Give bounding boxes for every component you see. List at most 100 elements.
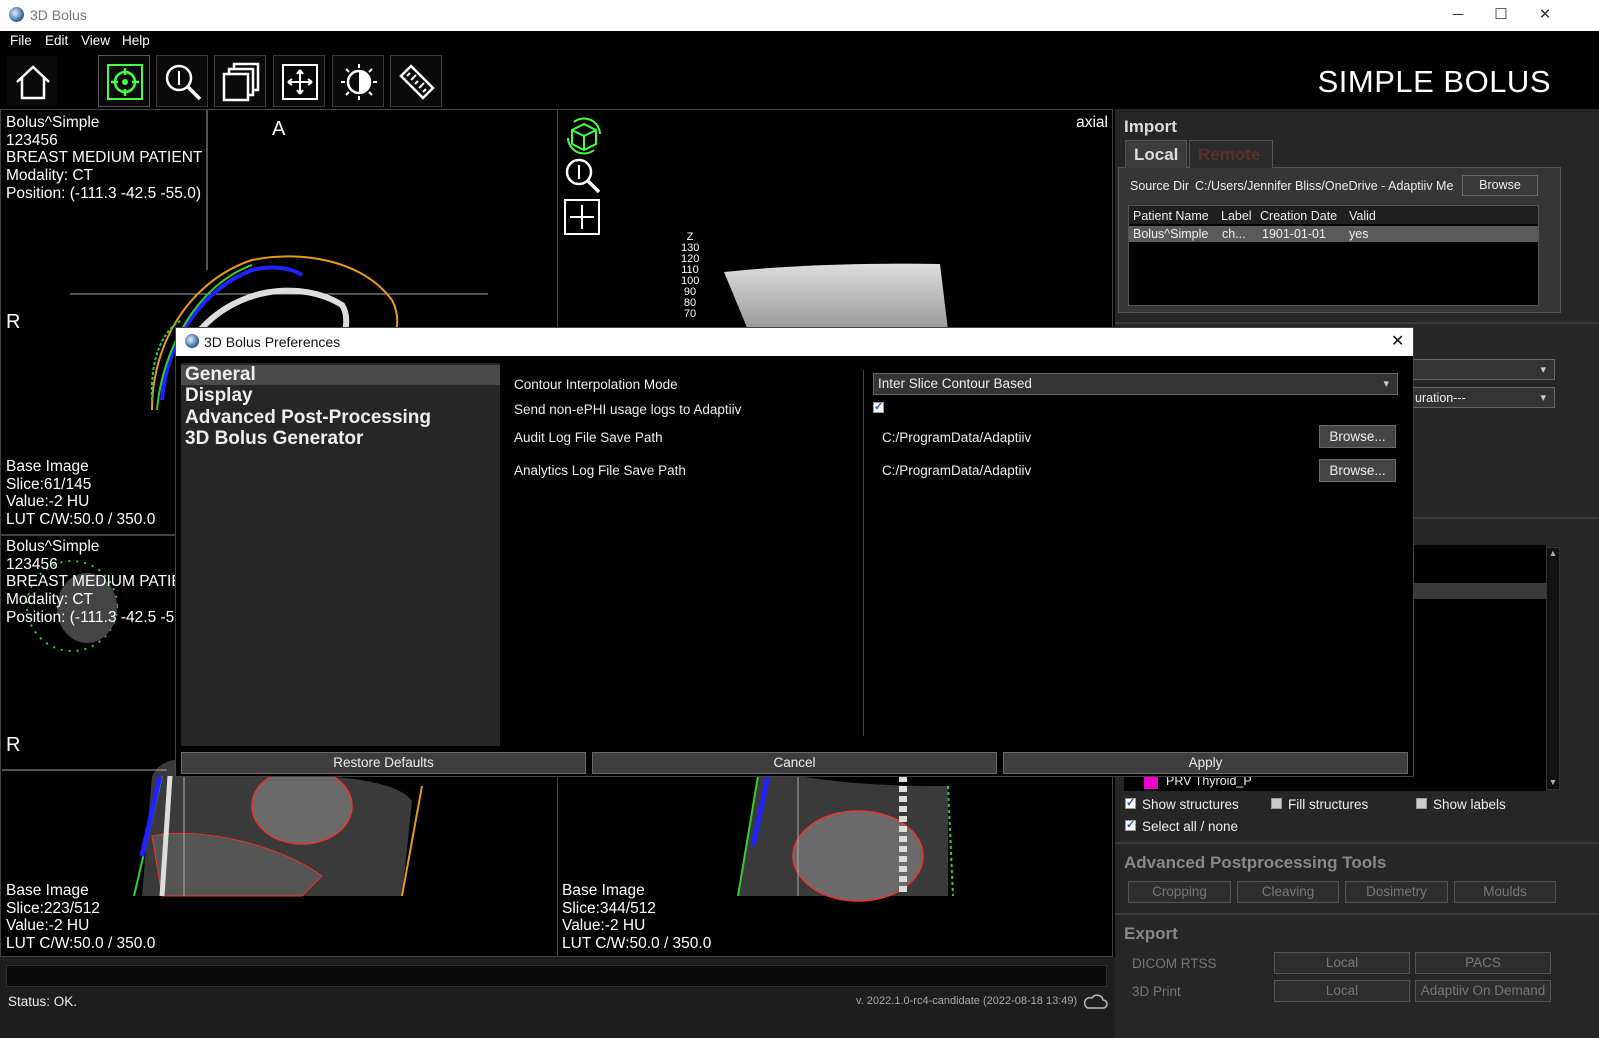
show-structures-checkbox[interactable] <box>1125 796 1136 809</box>
interp-mode-value: Inter Slice Contour Based <box>878 376 1032 391</box>
dialog-close-icon[interactable]: ✕ <box>1391 331 1404 351</box>
layers-button[interactable] <box>214 55 266 107</box>
table-row[interactable]: Bolus^Simple ch... 1901-01-01 yes <box>1129 226 1538 242</box>
rotate-3d-icon[interactable] <box>564 116 604 156</box>
window-titlebar: 3D Bolus ─ ☐ ✕ <box>0 0 1599 31</box>
preferences-nav: General Display Advanced Post-Processing… <box>181 363 500 746</box>
config-dropdown-2[interactable]: uration--- <box>1402 387 1555 408</box>
position: Position: (-111.3 -42.5 -55.0) <box>6 184 201 202</box>
base-image-label: Base Image <box>562 882 645 899</box>
dicom-rtss-label: DICOM RTSS <box>1132 956 1217 971</box>
dosimetry-button[interactable]: Dosimetry <box>1345 881 1448 903</box>
cleaving-button[interactable]: Cleaving <box>1237 881 1339 903</box>
base-image-label: Base Image <box>6 458 89 475</box>
maximize-icon[interactable]: ☐ <box>1489 4 1513 26</box>
menu-file[interactable]: File <box>10 33 32 48</box>
menu-bar: File Edit View Help <box>0 31 1599 51</box>
crosshair-icon <box>107 64 143 100</box>
crosshair-button[interactable] <box>98 55 150 107</box>
tab-remote[interactable]: Remote <box>1189 140 1273 168</box>
audit-path-label: Audit Log File Save Path <box>514 430 663 445</box>
analytics-path-value: C:/ProgramData/Adaptiiv <box>882 463 1032 478</box>
home-button[interactable] <box>6 55 58 107</box>
zoom-3d-icon[interactable] <box>562 155 602 195</box>
col-patient-name[interactable]: Patient Name <box>1133 209 1209 223</box>
usage-logs-label: Send non-ePHI usage logs to Adaptiiv <box>514 402 742 417</box>
scroll-up-icon[interactable]: ▲ <box>1547 548 1559 560</box>
cell-patient-name: Bolus^Simple <box>1133 227 1209 241</box>
patient-name: Bolus^Simple <box>6 538 100 555</box>
patient-info-overlay: Bolus^Simple 123456 BREAST MEDIUM PATIE … <box>6 538 182 626</box>
3d-surface-render <box>724 263 948 330</box>
cell-valid: yes <box>1349 227 1369 241</box>
restore-defaults-button[interactable]: Restore Defaults <box>181 752 586 774</box>
list-item-selected[interactable] <box>1412 583 1546 599</box>
cancel-button[interactable]: Cancel <box>592 752 997 774</box>
image-info-overlay: Base Image Slice:223/512 Value:-2 HU LUT… <box>6 882 155 953</box>
layers-icon <box>222 62 260 102</box>
ruler-button[interactable] <box>390 55 442 107</box>
config-dropdown-1[interactable] <box>1402 359 1555 380</box>
orientation-right: R <box>6 734 21 756</box>
cell-creation-date: 1901-01-01 <box>1262 227 1326 241</box>
lut-label: LUT C/W:50.0 / 350.0 <box>562 935 712 953</box>
tab-local[interactable]: Local <box>1125 140 1187 168</box>
select-all-checkbox[interactable] <box>1125 818 1136 831</box>
minimize-icon[interactable]: ─ <box>1446 4 1470 26</box>
progress-bar <box>6 965 1107 987</box>
dicom-pacs-button[interactable]: PACS <box>1415 952 1551 974</box>
close-icon[interactable]: ✕ <box>1533 4 1557 26</box>
3d-print-label: 3D Print <box>1132 984 1181 999</box>
interp-mode-dropdown[interactable]: Inter Slice Contour Based <box>873 373 1398 395</box>
contrast-icon <box>341 64 377 100</box>
source-dir-label: Source Dir <box>1130 179 1190 193</box>
col-creation-date[interactable]: Creation Date <box>1260 209 1337 223</box>
lut-label: LUT C/W:50.0 / 350.0 <box>6 511 156 529</box>
nav-display[interactable]: Display <box>185 386 253 406</box>
axis-ticks: Z 130 120 110 100 90 80 70 <box>681 232 699 320</box>
print-local-button[interactable]: Local <box>1274 980 1410 1002</box>
home-icon <box>16 65 50 100</box>
analytics-browse-button[interactable]: Browse... <box>1319 459 1396 482</box>
apply-button[interactable]: Apply <box>1003 752 1408 774</box>
patient-desc: BREAST MEDIUM PATIENT <box>6 149 203 167</box>
patient-table: Patient Name Label Creation Date Valid B… <box>1128 205 1539 306</box>
col-label[interactable]: Label <box>1221 209 1252 223</box>
adv-tools-title: Advanced Postprocessing Tools <box>1124 853 1387 872</box>
modality: Modality: CT <box>6 591 93 609</box>
nav-advanced-post-processing[interactable]: Advanced Post-Processing <box>185 408 431 428</box>
cloud-icon[interactable] <box>1082 992 1108 1010</box>
fill-structures-checkbox[interactable] <box>1271 798 1282 809</box>
moulds-button[interactable]: Moulds <box>1454 881 1556 903</box>
adaptiiv-on-demand-button[interactable]: Adaptiiv On Demand <box>1415 980 1551 1002</box>
nav-general[interactable]: General <box>181 365 500 385</box>
lut-label: LUT C/W:50.0 / 350.0 <box>6 935 156 953</box>
menu-edit[interactable]: Edit <box>45 33 68 48</box>
audit-browse-button[interactable]: Browse... <box>1319 425 1396 448</box>
zoom-button[interactable] <box>156 55 208 107</box>
patient-info-overlay: Bolus^Simple 123456 BREAST MEDIUM PATIEN… <box>6 114 202 202</box>
patient-id: 123456 <box>6 555 58 573</box>
ruler-icon <box>399 64 435 100</box>
menu-help[interactable]: Help <box>122 33 150 48</box>
menu-view[interactable]: View <box>81 33 110 48</box>
show-labels-checkbox[interactable] <box>1416 798 1427 809</box>
divider <box>1115 322 1599 324</box>
dialog-titlebar: 3D Bolus Preferences ✕ <box>176 328 1413 356</box>
scroll-down-icon[interactable]: ▼ <box>1547 777 1559 789</box>
divider <box>1115 842 1599 844</box>
cropping-button[interactable]: Cropping <box>1128 881 1231 903</box>
usage-logs-checkbox[interactable] <box>873 400 884 413</box>
show-structures-label: Show structures <box>1142 797 1239 812</box>
pan-icon <box>282 64 318 100</box>
col-valid[interactable]: Valid <box>1349 209 1376 223</box>
axis-tick: 70 <box>683 308 697 320</box>
pan-button[interactable] <box>273 55 325 107</box>
pan-3d-icon[interactable] <box>562 197 602 237</box>
structure-scrollbar[interactable]: ▲ ▼ <box>1546 547 1560 790</box>
dicom-local-button[interactable]: Local <box>1274 952 1410 974</box>
brand-title: SIMPLE BOLUS <box>1317 64 1551 99</box>
contrast-button[interactable] <box>332 55 384 107</box>
nav-3d-bolus-generator[interactable]: 3D Bolus Generator <box>185 429 363 449</box>
browse-button[interactable]: Browse <box>1462 175 1538 196</box>
